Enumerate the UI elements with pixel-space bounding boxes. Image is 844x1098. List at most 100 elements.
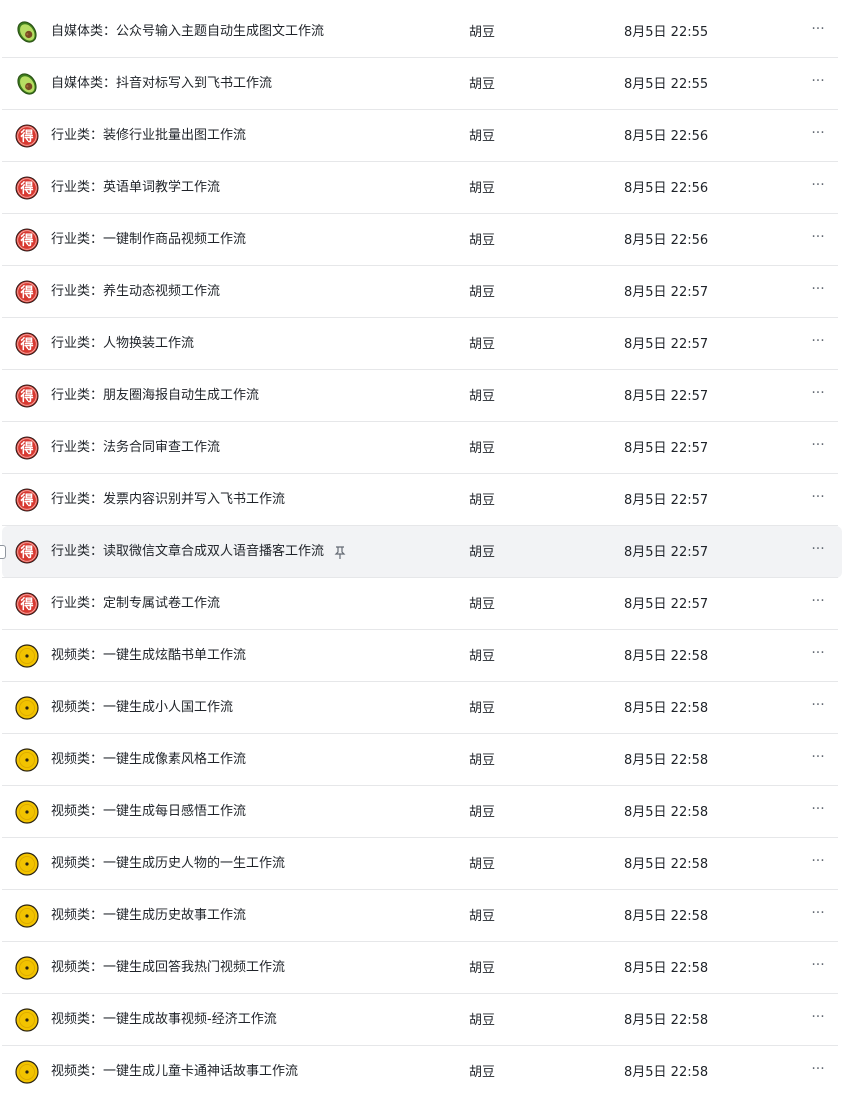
owner-name: 胡豆 — [469, 1065, 496, 1080]
de-badge-icon: 得 — [15, 228, 39, 252]
list-item[interactable]: 得 行业类：装修行业批量出图工作流 胡豆 8月5日 22:56 ··· — [0, 110, 844, 162]
owner-name: 胡豆 — [469, 389, 496, 404]
avocado-icon — [15, 72, 39, 96]
list-item[interactable]: 视频类：一键生成故事视频-经济工作流 胡豆 8月5日 22:58 ··· — [0, 994, 844, 1046]
de-badge-glyph: 得 — [19, 545, 33, 561]
list-item[interactable]: 视频类：一键生成回答我热门视频工作流 胡豆 8月5日 22:58 ··· — [0, 942, 844, 994]
document-title[interactable]: 自媒体类：抖音对标写入到飞书工作流 — [51, 74, 272, 94]
document-title[interactable]: 视频类：一键生成回答我热门视频工作流 — [51, 958, 285, 978]
owner-name: 胡豆 — [469, 337, 496, 352]
list-item[interactable]: 得 行业类：法务合同审查工作流 胡豆 8月5日 22:57 ··· — [0, 422, 844, 474]
de-badge-icon: 得 — [15, 332, 39, 356]
more-options-icon[interactable]: ··· — [808, 436, 828, 456]
vinyl-disc-icon — [15, 748, 39, 772]
list-item[interactable]: 自媒体类：抖音对标写入到飞书工作流 胡豆 8月5日 22:55 ··· — [0, 58, 844, 110]
more-options-icon[interactable]: ··· — [808, 124, 828, 144]
owner-name: 胡豆 — [469, 1013, 496, 1028]
document-title[interactable]: 行业类：英语单词教学工作流 — [51, 178, 220, 198]
document-title[interactable]: 自媒体类：公众号输入主题自动生成图文工作流 — [51, 22, 324, 42]
vinyl-disc-icon — [15, 904, 39, 928]
list-item[interactable]: 视频类：一键生成炫酷书单工作流 胡豆 8月5日 22:58 ··· — [0, 630, 844, 682]
owner-name: 胡豆 — [469, 545, 496, 560]
owner-name: 胡豆 — [469, 597, 496, 612]
more-options-icon[interactable]: ··· — [808, 540, 828, 560]
document-title[interactable]: 视频类：一键生成儿童卡通神话故事工作流 — [51, 1062, 298, 1082]
more-options-icon[interactable]: ··· — [808, 384, 828, 404]
modified-time: 8月5日 22:56 — [624, 129, 709, 144]
document-title[interactable]: 视频类：一键生成历史人物的一生工作流 — [51, 854, 285, 874]
more-options-icon[interactable]: ··· — [808, 228, 828, 248]
document-title[interactable]: 行业类：人物换装工作流 — [51, 334, 194, 354]
modified-time: 8月5日 22:58 — [624, 1013, 709, 1028]
document-title[interactable]: 行业类：养生动态视频工作流 — [51, 282, 220, 302]
document-title[interactable]: 行业类：装修行业批量出图工作流 — [51, 126, 246, 146]
more-options-icon[interactable]: ··· — [808, 800, 828, 820]
document-title[interactable]: 视频类：一键生成故事视频-经济工作流 — [51, 1010, 277, 1030]
more-options-icon[interactable]: ··· — [808, 488, 828, 508]
list-item[interactable]: 视频类：一键生成儿童卡通神话故事工作流 胡豆 8月5日 22:58 ··· — [0, 1046, 844, 1098]
more-options-icon[interactable]: ··· — [808, 592, 828, 612]
avocado-icon — [15, 20, 39, 44]
modified-time: 8月5日 22:57 — [624, 545, 709, 560]
de-badge-icon: 得 — [15, 176, 39, 200]
document-list: 自媒体类：公众号输入主题自动生成图文工作流胡豆 8月5日 22:55 ··· 自媒体类… — [0, 6, 844, 1098]
document-title[interactable]: 行业类：朋友圈海报自动生成工作流 — [51, 386, 259, 406]
de-badge-glyph: 得 — [19, 441, 33, 457]
modified-time: 8月5日 22:55 — [624, 25, 709, 40]
de-badge-glyph: 得 — [19, 389, 33, 405]
more-options-icon[interactable]: ··· — [808, 280, 828, 300]
more-options-icon[interactable]: ··· — [808, 748, 828, 768]
document-title[interactable]: 视频类：一键生成像素风格工作流 — [51, 750, 246, 770]
document-title[interactable]: 行业类：发票内容识别并写入飞书工作流 — [51, 490, 285, 510]
vinyl-disc-icon — [15, 644, 39, 668]
more-options-icon[interactable]: ··· — [808, 332, 828, 352]
list-item[interactable]: 视频类：一键生成每日感悟工作流 胡豆 8月5日 22:58 ··· — [0, 786, 844, 838]
document-title[interactable]: 行业类：一键制作商品视频工作流 — [51, 230, 246, 250]
vinyl-disc-icon — [15, 800, 39, 824]
more-options-icon[interactable]: ··· — [808, 176, 828, 196]
owner-name: 胡豆 — [469, 961, 496, 976]
document-title[interactable]: 视频类：一键生成历史故事工作流 — [51, 906, 246, 926]
more-options-icon[interactable]: ··· — [808, 696, 828, 716]
list-item[interactable]: 视频类：一键生成小人国工作流 胡豆 8月5日 22:58 ··· — [0, 682, 844, 734]
document-title[interactable]: 行业类：读取微信文章合成双人语音播客工作流 — [51, 542, 324, 562]
list-item[interactable]: 得 行业类：养生动态视频工作流 胡豆 8月5日 22:57 ··· — [0, 266, 844, 318]
list-item[interactable]: 得 行业类：人物换装工作流 胡豆 8月5日 22:57 ··· — [0, 318, 844, 370]
more-options-icon[interactable]: ··· — [808, 956, 828, 976]
list-item[interactable]: 自媒体类：公众号输入主题自动生成图文工作流 胡豆 8月5日 22:55 ··· — [0, 6, 844, 58]
more-options-icon[interactable]: ··· — [808, 20, 828, 40]
document-title[interactable]: 视频类：一键生成每日感悟工作流 — [51, 802, 246, 822]
de-badge-glyph: 得 — [19, 233, 33, 249]
more-options-icon[interactable]: ··· — [808, 1008, 828, 1028]
more-options-icon[interactable]: ··· — [808, 852, 828, 872]
list-item[interactable]: 视频类：一键生成像素风格工作流 胡豆 8月5日 22:58 ··· — [0, 734, 844, 786]
modified-time: 8月5日 22:58 — [624, 649, 709, 664]
pin-icon[interactable] — [334, 542, 346, 562]
de-badge-glyph: 得 — [19, 597, 33, 613]
modified-time: 8月5日 22:58 — [624, 857, 709, 872]
row-select-checkbox[interactable] — [0, 545, 6, 559]
list-item[interactable]: 视频类：一键生成历史人物的一生工作流 胡豆 8月5日 22:58 ··· — [0, 838, 844, 890]
more-options-icon[interactable]: ··· — [808, 72, 828, 92]
more-options-icon[interactable]: ··· — [808, 1060, 828, 1080]
list-item[interactable]: 视频类：一键生成历史故事工作流 胡豆 8月5日 22:58 ··· — [0, 890, 844, 942]
list-item[interactable]: 得 行业类：读取微信文章合成双人语音播客工作流 胡豆 8月5日 22:57 ··· — [0, 526, 844, 578]
list-item[interactable]: 得 行业类：一键制作商品视频工作流 胡豆 8月5日 22:56 ··· — [0, 214, 844, 266]
owner-name: 胡豆 — [469, 649, 496, 664]
modified-time: 8月5日 22:57 — [624, 493, 709, 508]
list-item[interactable]: 得 行业类：定制专属试卷工作流 胡豆 8月5日 22:57 ··· — [0, 578, 844, 630]
more-options-icon[interactable]: ··· — [808, 644, 828, 664]
list-item[interactable]: 得 行业类：朋友圈海报自动生成工作流 胡豆 8月5日 22:57 ··· — [0, 370, 844, 422]
document-title[interactable]: 行业类：法务合同审查工作流 — [51, 438, 220, 458]
owner-name: 胡豆 — [469, 753, 496, 768]
more-options-icon[interactable]: ··· — [808, 904, 828, 924]
document-title[interactable]: 视频类：一键生成小人国工作流 — [51, 698, 233, 718]
vinyl-disc-icon — [15, 852, 39, 876]
document-title[interactable]: 行业类：定制专属试卷工作流 — [51, 594, 220, 614]
list-item[interactable]: 得 行业类：英语单词教学工作流 胡豆 8月5日 22:56 ··· — [0, 162, 844, 214]
list-item[interactable]: 得 行业类：发票内容识别并写入飞书工作流 胡豆 8月5日 22:57 ··· — [0, 474, 844, 526]
document-title[interactable]: 视频类：一键生成炫酷书单工作流 — [51, 646, 246, 666]
modified-time: 8月5日 22:58 — [624, 909, 709, 924]
owner-name: 胡豆 — [469, 77, 496, 92]
modified-time: 8月5日 22:57 — [624, 285, 709, 300]
